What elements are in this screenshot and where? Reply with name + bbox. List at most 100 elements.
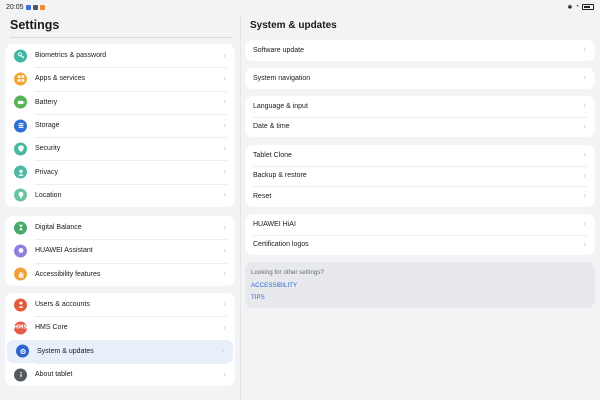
bluetooth-icon: ✱: [567, 4, 573, 11]
sidebar-item-users-accounts[interactable]: Users & accounts ›: [5, 293, 235, 316]
sidebar-item-label: Accessibility features: [35, 270, 101, 278]
setting-item-backup-restore[interactable]: Backup & restore ›: [245, 165, 595, 187]
sidebar-item-label: Security: [35, 145, 61, 153]
sidebar-item-hms-core[interactable]: HMS HMS Core ›: [5, 316, 235, 339]
chevron-right-icon: ›: [223, 191, 226, 199]
sidebar-item-location[interactable]: Location ›: [5, 183, 235, 207]
sidebar-item-storage[interactable]: Storage ›: [5, 113, 235, 137]
chevron-right-icon: ›: [221, 347, 224, 355]
chevron-right-icon: ›: [223, 98, 226, 106]
chevron-right-icon: ›: [223, 52, 226, 60]
chevron-right-icon: ›: [223, 247, 226, 255]
sidebar-item-label: Battery: [35, 98, 58, 106]
chevron-right-icon: ›: [583, 123, 586, 131]
other-settings-question: Looking for other settings?: [251, 269, 324, 276]
hand-icon: [14, 267, 27, 281]
battery-status-icon: [582, 4, 594, 10]
sidebar-item-label: Privacy: [35, 168, 58, 176]
settings-group-2: Digital Balance › HUAWEI Assistant › Accessi…: [5, 216, 235, 286]
setting-item-label: Date & time: [253, 123, 290, 131]
setting-item-date-time[interactable]: Date & time ›: [245, 116, 595, 138]
sidebar-item-battery[interactable]: Battery ›: [5, 90, 235, 114]
chevron-right-icon: ›: [583, 74, 586, 82]
chevron-right-icon: ›: [583, 220, 586, 228]
huawei-notification-icon: [39, 4, 45, 10]
section-title: System & updates: [250, 20, 337, 31]
sidebar-item-security[interactable]: Security ›: [5, 137, 235, 160]
system-group-1: Software update ›: [245, 40, 595, 61]
sidebar-item-accessibility-features[interactable]: Accessibility features ›: [5, 262, 235, 286]
sidebar-item-label: HUAWEI Assistant: [35, 247, 93, 255]
sidebar-item-label: Users & accounts: [35, 301, 90, 309]
setting-item-label: Certification logos: [253, 241, 309, 249]
storage-icon: [14, 119, 27, 133]
setting-item-software-update[interactable]: Software update ›: [245, 40, 595, 61]
setting-item-language-input[interactable]: Language & input ›: [245, 96, 595, 117]
sidebar-item-label: Storage: [35, 122, 60, 130]
gallery-notification-icon: [25, 4, 31, 10]
tips-link[interactable]: TIPS: [251, 294, 589, 301]
wifi-icon: ◔: [575, 4, 579, 10]
setting-item-label: Tablet Clone: [253, 151, 292, 159]
chevron-right-icon: ›: [223, 324, 226, 332]
sidebar-item-digital-balance[interactable]: Digital Balance ›: [5, 216, 235, 239]
settings-group-1: Biometrics & password › Apps & services › Ba…: [5, 44, 235, 208]
setting-item-label: HUAWEI HiAI: [253, 220, 296, 228]
title-divider: [10, 37, 232, 38]
settings-nav-pane: Settings Biometrics & password › Apps & se…: [0, 14, 240, 400]
accessibility-link[interactable]: ACCESSIBILITY: [251, 282, 589, 289]
hourglass-icon: [14, 221, 27, 235]
hms-badge-text: HMS: [13, 324, 28, 331]
hms-icon: HMS: [13, 321, 28, 335]
battery-icon: [14, 95, 27, 109]
app-notification-icon: [32, 4, 38, 10]
system-group-5: HUAWEI HiAI › Certification logos ›: [245, 214, 595, 255]
sidebar-item-apps-services[interactable]: Apps & services ›: [5, 67, 235, 90]
chevron-right-icon: ›: [223, 168, 226, 176]
system-updates-pane: System & updates Software update › System…: [241, 14, 600, 400]
chevron-right-icon: ›: [583, 192, 586, 200]
chevron-right-icon: ›: [223, 145, 226, 153]
user-icon: [14, 298, 27, 312]
info-icon: [14, 368, 27, 382]
location-icon: [14, 188, 27, 202]
setting-item-label: Reset: [253, 192, 272, 200]
sidebar-item-label: About tablet: [35, 371, 73, 379]
status-right: ✱ ◔: [567, 4, 594, 11]
setting-item-system-navigation[interactable]: System navigation ›: [245, 68, 595, 89]
setting-item-huawei-hiai[interactable]: HUAWEI HiAI ›: [245, 214, 595, 235]
setting-item-label: Software update: [253, 46, 304, 54]
status-left: 20:05: [6, 4, 45, 11]
assistant-icon: [14, 244, 27, 258]
system-group-4: Tablet Clone › Backup & restore › Reset ›: [245, 145, 595, 207]
sidebar-item-biometrics-password[interactable]: Biometrics & password ›: [5, 44, 235, 67]
setting-item-label: Language & input: [253, 102, 308, 110]
sidebar-item-label: HMS Core: [35, 324, 68, 332]
setting-item-reset[interactable]: Reset ›: [245, 186, 595, 207]
chevron-right-icon: ›: [223, 270, 226, 278]
sidebar-item-label: Location: [35, 191, 62, 199]
setting-item-label: System navigation: [253, 74, 311, 82]
other-settings-card: Looking for other settings? ACCESSIBILIT…: [245, 262, 595, 308]
page-title: Settings: [10, 18, 60, 32]
sidebar-item-huawei-assistant[interactable]: HUAWEI Assistant ›: [5, 239, 235, 262]
setting-item-certification-logos[interactable]: Certification logos ›: [245, 234, 595, 256]
sidebar-item-label: Digital Balance: [35, 224, 82, 232]
chevron-right-icon: ›: [223, 371, 226, 379]
chevron-right-icon: ›: [223, 224, 226, 232]
sidebar-item-system-updates[interactable]: System & updates ›: [7, 339, 233, 363]
sidebar-item-privacy[interactable]: Privacy ›: [5, 160, 235, 183]
sidebar-item-about-tablet[interactable]: About tablet ›: [5, 362, 235, 386]
apps-icon: [14, 72, 27, 86]
chevron-right-icon: ›: [583, 46, 586, 54]
chevron-right-icon: ›: [583, 172, 586, 180]
chevron-right-icon: ›: [223, 75, 226, 83]
sidebar-item-label: System & updates: [37, 347, 94, 355]
system-group-3: Language & input › Date & time ›: [245, 96, 595, 137]
system-icon: [16, 344, 29, 358]
setting-item-tablet-clone[interactable]: Tablet Clone ›: [245, 145, 595, 166]
privacy-icon: [14, 165, 27, 179]
chevron-right-icon: ›: [583, 102, 586, 110]
shield-icon: [14, 142, 27, 156]
setting-item-label: Backup & restore: [253, 172, 307, 180]
